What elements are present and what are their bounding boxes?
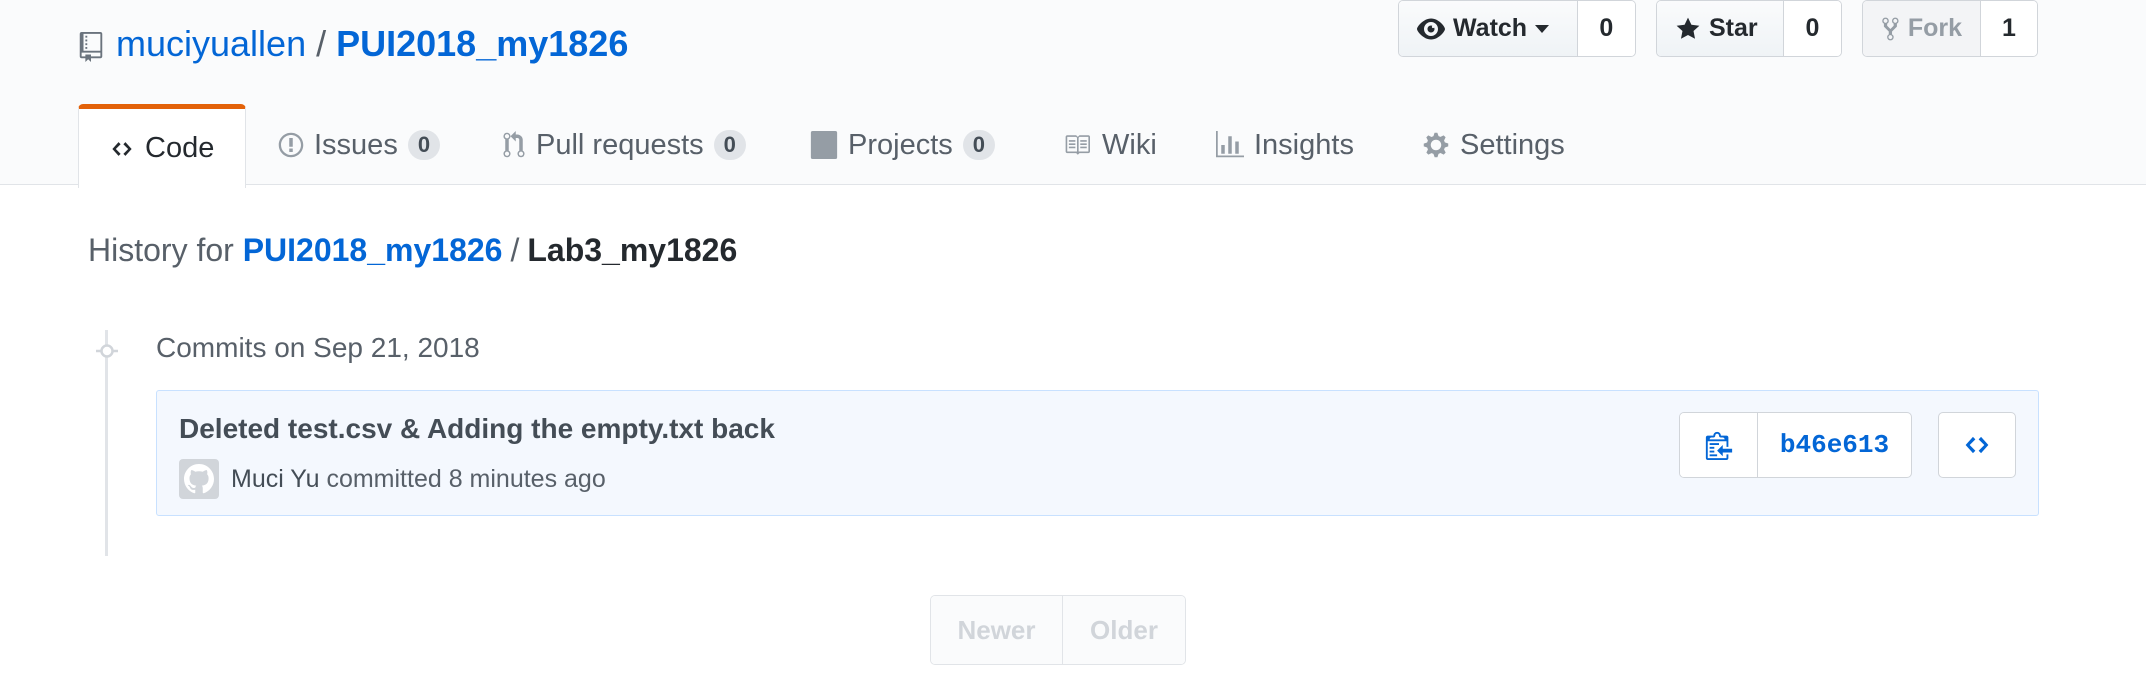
eye-icon — [1417, 18, 1445, 39]
history-heading: History for PUI2018_my1826/Lab3_my1826 — [88, 232, 737, 269]
commit-node-icon — [96, 344, 118, 358]
projects-counter: 0 — [962, 130, 996, 160]
star-count[interactable]: 0 — [1783, 1, 1841, 56]
history-prefix: History for — [88, 232, 234, 268]
code-icon — [1965, 436, 1989, 454]
pull-requests-counter: 0 — [713, 130, 746, 160]
star-icon — [1676, 17, 1700, 39]
book-icon — [1065, 135, 1090, 155]
browse-repo-button[interactable] — [1938, 412, 2016, 478]
pagination: Newer Older — [930, 595, 1186, 665]
watch-count[interactable]: 0 — [1577, 1, 1635, 56]
copy-sha-button[interactable] — [1680, 413, 1758, 477]
tab-pull-requests-label: Pull requests — [536, 128, 704, 161]
history-repo-link[interactable]: PUI2018_my1826 — [243, 232, 503, 268]
code-icon — [112, 141, 132, 156]
repo-title: muciyuallen / PUI2018_my1826 — [78, 22, 628, 66]
timeline-line — [105, 330, 108, 556]
tab-wiki-label: Wiki — [1102, 128, 1157, 161]
newer-button[interactable]: Newer — [931, 596, 1063, 664]
repo-header: muciyuallen / PUI2018_my1826 Watch 0 Sta… — [0, 0, 2146, 188]
tab-projects-label: Projects — [848, 128, 953, 161]
tab-insights-label: Insights — [1254, 128, 1354, 161]
tab-wiki[interactable]: Wiki — [1062, 104, 1157, 186]
repo-owner-link[interactable]: muciyuallen — [116, 23, 306, 65]
repo-icon — [78, 29, 104, 62]
watch-label: Watch — [1453, 14, 1528, 42]
pull-request-icon — [503, 131, 525, 158]
commit-author-link[interactable]: Muci Yu — [231, 465, 319, 493]
graph-icon — [1216, 131, 1244, 158]
commit-item: Deleted test.csv & Adding the empty.txt … — [156, 390, 2039, 516]
star-button-group: Star 0 — [1656, 0, 1842, 57]
tab-pull-requests[interactable]: Pull requests 0 — [502, 104, 746, 186]
fork-button[interactable]: Fork — [1863, 1, 1981, 56]
fork-count[interactable]: 1 — [1981, 1, 2037, 56]
repo-name-link[interactable]: PUI2018_my1826 — [336, 23, 628, 65]
history-path: Lab3_my1826 — [527, 232, 738, 268]
commit-time: committed 8 minutes ago — [326, 465, 606, 493]
star-label: Star — [1709, 14, 1758, 42]
repo-path-separator: / — [316, 23, 327, 64]
tab-issues[interactable]: Issues 0 — [278, 104, 441, 186]
chevron-down-icon — [1535, 24, 1550, 33]
commit-message-link[interactable]: Deleted test.csv & Adding the empty.txt … — [179, 413, 775, 445]
clipboard-icon — [1705, 431, 1732, 460]
watch-button[interactable]: Watch — [1399, 1, 1578, 56]
issues-counter: 0 — [407, 130, 441, 160]
history-path-separator: / — [510, 232, 520, 268]
issue-icon — [278, 132, 304, 158]
fork-icon — [1882, 17, 1899, 40]
gear-icon — [1423, 132, 1449, 158]
tab-code[interactable]: Code — [78, 104, 246, 188]
watch-button-group: Watch 0 — [1398, 0, 1636, 57]
tab-settings[interactable]: Settings — [1422, 104, 1565, 186]
fork-button-group: Fork 1 — [1862, 0, 2038, 57]
commit-group-title: Commits on Sep 21, 2018 — [156, 332, 480, 363]
repo-nav-tabs: Code Issues 0 Pull requests 0 Projects 0… — [0, 104, 2146, 188]
tab-code-label: Code — [145, 132, 215, 164]
commit-meta: Muci Yu committed 8 minutes ago — [231, 465, 606, 494]
tab-settings-label: Settings — [1460, 128, 1565, 161]
star-button[interactable]: Star — [1657, 1, 1784, 56]
tab-insights[interactable]: Insights — [1216, 104, 1354, 186]
project-icon — [810, 131, 838, 159]
older-button[interactable]: Older — [1063, 596, 1185, 664]
github-mark-icon — [184, 464, 214, 494]
fork-label: Fork — [1907, 14, 1962, 42]
tab-projects[interactable]: Projects 0 — [810, 104, 996, 186]
tab-issues-label: Issues — [314, 128, 398, 161]
sha-button-group: b46e613 — [1679, 412, 1912, 478]
avatar[interactable] — [179, 459, 219, 499]
commit-sha-link[interactable]: b46e613 — [1758, 413, 1911, 477]
